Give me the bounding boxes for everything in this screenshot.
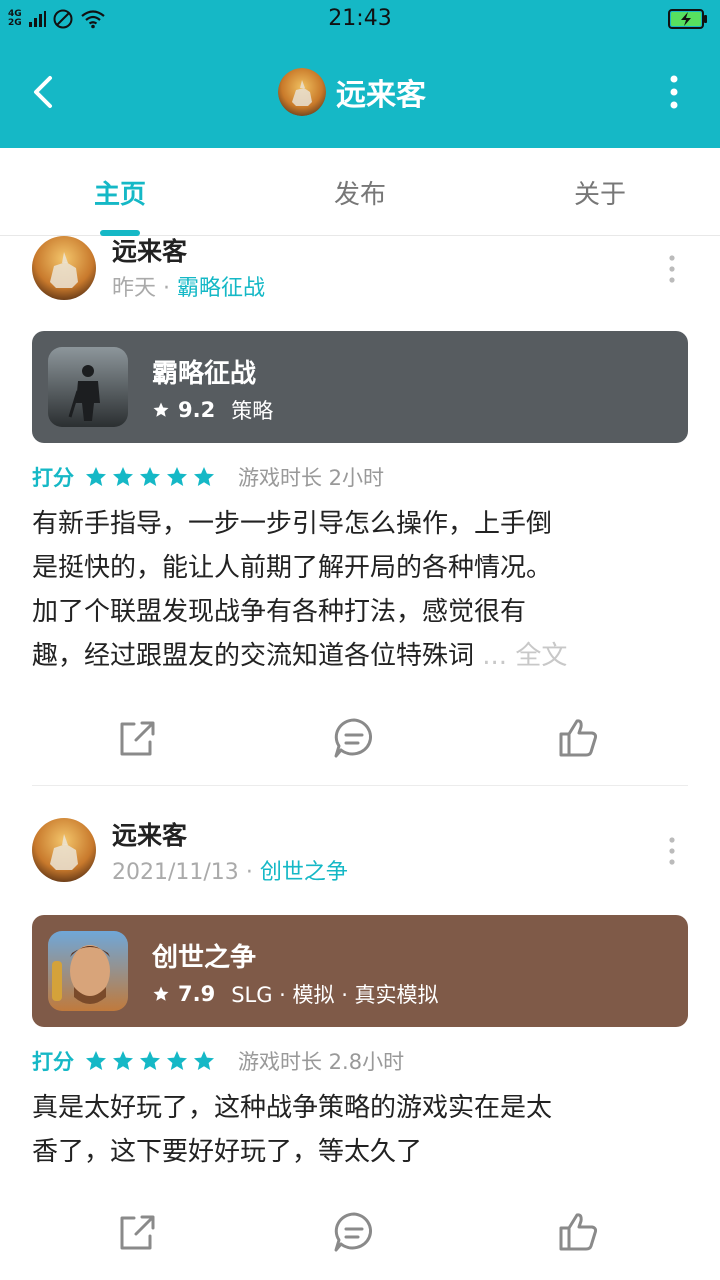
tab-about[interactable]: 关于 [520, 174, 680, 211]
author-name[interactable]: 远来客 [112, 816, 187, 852]
game-card[interactable]: 霸略征战 9.2 策略 [32, 331, 688, 443]
star-icon [86, 1051, 106, 1070]
rating-row: 打分 游戏时长 2小时 [32, 462, 384, 492]
author-avatar[interactable] [32, 236, 96, 300]
review-text[interactable]: 有新手指导，一步一步引导怎么操作，上手倒 是挺快的，能让人前期了解开局的各种情况… [32, 502, 688, 678]
game-name: 创世之争 [152, 943, 257, 973]
post-meta: 2021/11/13 · 创世之争 [112, 854, 348, 886]
review-line: 香了，这下要好好玩了，等太久了 [32, 1137, 423, 1167]
author-name[interactable]: 远来客 [112, 232, 187, 268]
battery-charging-icon [668, 9, 707, 29]
play-time: 游戏时长 2.8小时 [238, 1050, 405, 1074]
star-icon [167, 1051, 187, 1070]
star-icon [194, 1051, 214, 1070]
post-meta: 昨天 · 霸略征战 [112, 270, 265, 302]
review-line-last: 趣，经过跟盟友的交流知道各位特殊词 ... 全文 [32, 634, 688, 678]
post-date: 2021/11/13 [112, 860, 239, 885]
back-chevron-icon[interactable] [28, 70, 64, 114]
rating-label: 打分 [32, 1050, 74, 1074]
header-avatar [278, 68, 326, 116]
game-tags: SLG · 模拟 · 真实模拟 [231, 983, 439, 1007]
post-divider [32, 785, 688, 786]
star-icon [113, 1051, 133, 1070]
post-actions [0, 1210, 720, 1270]
top-app-bar: 4G 2G 21:43 远来客 [0, 0, 720, 148]
game-name: 霸略征战 [152, 359, 257, 389]
game-score: 7.9 [178, 982, 216, 1006]
star-icon [153, 402, 169, 417]
read-more-link[interactable]: 全文 [515, 641, 567, 671]
game-score: 9.2 [178, 398, 216, 422]
game-icon [48, 347, 128, 427]
star-icon [167, 467, 187, 486]
star-icon [153, 986, 169, 1001]
status-bar: 4G 2G 21:43 [0, 0, 720, 38]
review-line: 有新手指导，一步一步引导怎么操作，上手倒 [32, 509, 553, 539]
review-line: 真是太好玩了，这种战争策略的游戏实在是太 [32, 1093, 553, 1123]
game-info: 7.9 SLG · 模拟 · 真实模拟 [152, 979, 439, 1009]
share-icon[interactable] [114, 1210, 158, 1254]
header-profile[interactable]: 远来客 [278, 68, 426, 116]
header-title: 远来客 [336, 78, 426, 113]
post-more-icon[interactable] [666, 254, 678, 284]
game-icon [48, 931, 128, 1011]
meta-separator: · [245, 860, 253, 885]
game-info: 9.2 策略 [152, 395, 273, 425]
comment-icon[interactable] [332, 1210, 376, 1254]
review-line: 趣，经过跟盟友的交流知道各位特殊词 [32, 641, 475, 671]
post-date: 昨天 [112, 276, 157, 301]
star-icon [194, 467, 214, 486]
game-tags: 策略 [231, 399, 274, 423]
star-icon [113, 467, 133, 486]
ellipsis: ... [482, 641, 508, 671]
author-avatar[interactable] [32, 818, 96, 882]
rating-row: 打分 游戏时长 2.8小时 [32, 1046, 404, 1076]
star-icon [140, 1051, 160, 1070]
rating-label: 打分 [32, 466, 74, 490]
game-card[interactable]: 创世之争 7.9 SLG · 模拟 · 真实模拟 [32, 915, 688, 1027]
post-game-link[interactable]: 创世之争 [260, 860, 348, 885]
tab-home[interactable]: 主页 [40, 174, 200, 211]
review-line: 加了个联盟发现战争有各种打法，感觉很有 [32, 597, 527, 627]
rating-stars [84, 465, 216, 489]
more-vertical-icon[interactable] [664, 74, 684, 110]
post-game-link[interactable]: 霸略征战 [177, 276, 265, 301]
star-icon [86, 467, 106, 486]
review-line: 是挺快的，能让人前期了解开局的各种情况。 [32, 553, 553, 583]
active-tab-indicator [100, 230, 140, 236]
share-icon[interactable] [114, 716, 158, 760]
like-icon[interactable] [556, 1210, 600, 1254]
comment-icon[interactable] [332, 716, 376, 760]
post-actions [0, 716, 720, 776]
play-time: 游戏时长 2小时 [238, 466, 385, 490]
tab-posts[interactable]: 发布 [280, 174, 440, 211]
post-more-icon[interactable] [666, 836, 678, 866]
rating-stars [84, 1049, 216, 1073]
star-icon [140, 467, 160, 486]
like-icon[interactable] [556, 716, 600, 760]
status-time: 21:43 [328, 6, 392, 31]
profile-tabs: 主页 发布 关于 [0, 148, 720, 236]
meta-separator: · [163, 276, 171, 301]
review-text[interactable]: 真是太好玩了，这种战争策略的游戏实在是太 香了，这下要好好玩了，等太久了 [32, 1086, 688, 1174]
